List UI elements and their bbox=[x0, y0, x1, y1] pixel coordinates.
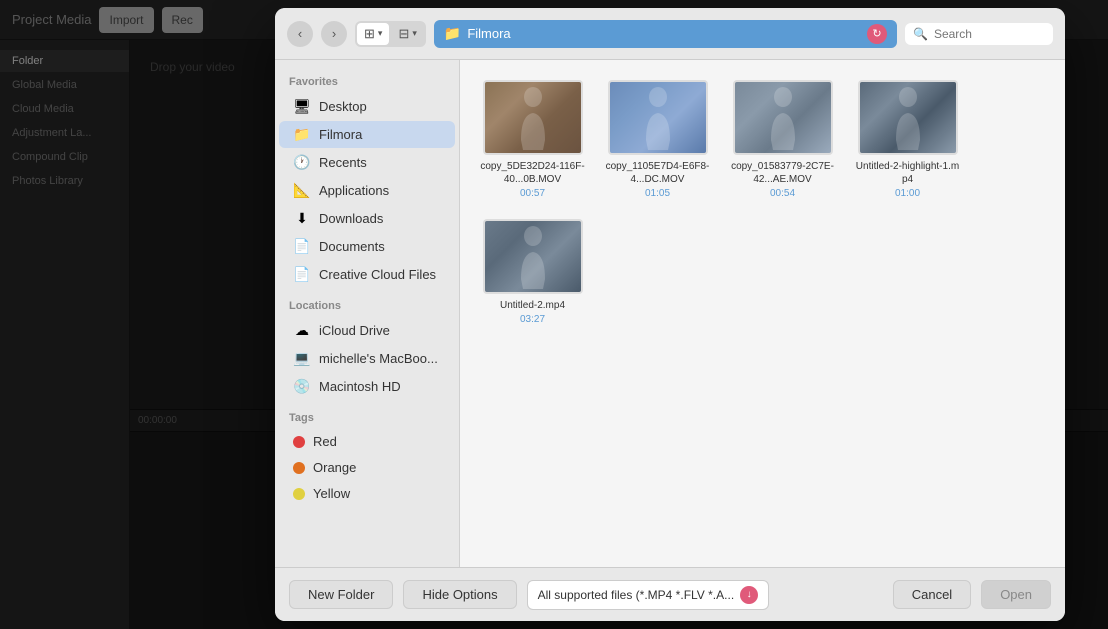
file-item-3[interactable]: Untitled-2-highlight-1.mp4 01:00 bbox=[855, 80, 960, 199]
location-text: Filmora bbox=[467, 26, 861, 41]
icon-view-chevron: ▾ bbox=[378, 28, 383, 39]
sidebar-documents[interactable]: 📄 Documents bbox=[279, 233, 455, 260]
sidebar-applications-label: Applications bbox=[319, 183, 389, 198]
icloud-icon: ☁ bbox=[293, 322, 311, 339]
sidebar-downloads-label: Downloads bbox=[319, 211, 383, 226]
back-button[interactable]: ‹ bbox=[287, 21, 313, 47]
sidebar-tag-yellow[interactable]: Yellow bbox=[279, 481, 455, 506]
sidebar-macintosh-hd[interactable]: 💿 Macintosh HD bbox=[279, 373, 455, 400]
sidebar-desktop-label: Desktop bbox=[319, 99, 367, 114]
recents-icon: 🕐 bbox=[293, 154, 311, 171]
file-name-2: copy_01583779-2C7E-42...AE.MOV bbox=[730, 160, 835, 186]
red-dot bbox=[293, 436, 305, 448]
file-item-4[interactable]: Untitled-2.mp4 03:27 bbox=[480, 219, 585, 325]
location-pill: 📁 Filmora ↻ bbox=[434, 20, 897, 48]
file-thumb-0 bbox=[483, 80, 583, 155]
dialog-sidebar: Favorites 🖥 Desktop 📁 Filmora 🕐 Recents … bbox=[275, 60, 460, 567]
documents-icon: 📄 bbox=[293, 238, 311, 255]
tags-label: Tags bbox=[275, 408, 459, 428]
file-name-4: Untitled-2.mp4 bbox=[500, 299, 565, 312]
folder-icon: 📁 bbox=[444, 25, 461, 42]
file-duration-3: 01:00 bbox=[895, 188, 920, 199]
sidebar-filmora-label: Filmora bbox=[319, 127, 362, 142]
favorites-label: Favorites bbox=[275, 72, 459, 92]
macbook-icon: 💻 bbox=[293, 350, 311, 367]
search-input[interactable] bbox=[934, 27, 1045, 41]
file-name-1: copy_1105E7D4-E6F8-4...DC.MOV bbox=[605, 160, 710, 186]
list-view-button[interactable]: ⊟ ▾ bbox=[391, 23, 423, 45]
thumb-inner-3 bbox=[860, 82, 956, 153]
yellow-dot bbox=[293, 488, 305, 500]
file-thumb-4 bbox=[483, 219, 583, 294]
list-view-chevron: ▾ bbox=[412, 28, 417, 39]
sidebar-orange-label: Orange bbox=[313, 460, 356, 475]
file-thumb-2 bbox=[733, 80, 833, 155]
sidebar-icloud[interactable]: ☁ iCloud Drive bbox=[279, 317, 455, 344]
applications-icon: 📐 bbox=[293, 182, 311, 199]
creative-cloud-icon: 📄 bbox=[293, 266, 311, 283]
file-duration-2: 00:54 bbox=[770, 188, 795, 199]
sidebar-recents[interactable]: 🕐 Recents bbox=[279, 149, 455, 176]
file-duration-0: 00:57 bbox=[520, 188, 545, 199]
icon-view-button[interactable]: ⊞ ▾ bbox=[357, 23, 389, 45]
sidebar-macbook[interactable]: 💻 michelle's MacBoo... bbox=[279, 345, 455, 372]
desktop-icon: 🖥 bbox=[293, 98, 311, 115]
open-button[interactable]: Open bbox=[981, 580, 1051, 609]
sidebar-yellow-label: Yellow bbox=[313, 486, 350, 501]
sidebar-creative-cloud[interactable]: 📄 Creative Cloud Files bbox=[279, 261, 455, 288]
thumb-inner-1 bbox=[610, 82, 706, 153]
sidebar-downloads[interactable]: ⬇ Downloads bbox=[279, 205, 455, 232]
person-silhouette-3 bbox=[888, 85, 928, 150]
dialog-toolbar: ‹ › ⊞ ▾ ⊟ ▾ 📁 Filmora ↻ 🔍 bbox=[275, 8, 1065, 60]
filmora-icon: 📁 bbox=[293, 126, 311, 143]
thumb-inner-0 bbox=[485, 82, 581, 153]
hd-icon: 💿 bbox=[293, 378, 311, 395]
person-silhouette-4 bbox=[513, 224, 553, 289]
sidebar-recents-label: Recents bbox=[319, 155, 367, 170]
file-thumb-3 bbox=[858, 80, 958, 155]
file-name-3: Untitled-2-highlight-1.mp4 bbox=[855, 160, 960, 186]
sidebar-filmora[interactable]: 📁 Filmora bbox=[279, 121, 455, 148]
file-dialog: ‹ › ⊞ ▾ ⊟ ▾ 📁 Filmora ↻ 🔍 Favorites 🖥 bbox=[275, 8, 1065, 621]
cancel-button[interactable]: Cancel bbox=[893, 580, 971, 609]
person-silhouette-1 bbox=[638, 85, 678, 150]
file-name-0: copy_5DE32D24-116F-40...0B.MOV bbox=[480, 160, 585, 186]
sidebar-red-label: Red bbox=[313, 434, 337, 449]
downloads-icon: ⬇ bbox=[293, 210, 311, 227]
thumb-inner-4 bbox=[485, 221, 581, 292]
file-item-2[interactable]: copy_01583779-2C7E-42...AE.MOV 00:54 bbox=[730, 80, 835, 199]
file-grid: copy_5DE32D24-116F-40...0B.MOV 00:57 cop… bbox=[460, 60, 1065, 567]
file-duration-1: 01:05 bbox=[645, 188, 670, 199]
locations-label: Locations bbox=[275, 296, 459, 316]
file-duration-4: 03:27 bbox=[520, 314, 545, 325]
search-icon: 🔍 bbox=[913, 27, 928, 41]
dialog-content: Favorites 🖥 Desktop 📁 Filmora 🕐 Recents … bbox=[275, 60, 1065, 567]
sidebar-documents-label: Documents bbox=[319, 239, 385, 254]
dialog-bottom-bar: New Folder Hide Options All supported fi… bbox=[275, 567, 1065, 621]
sidebar-icloud-label: iCloud Drive bbox=[319, 323, 390, 338]
sidebar-creative-cloud-label: Creative Cloud Files bbox=[319, 267, 436, 282]
filter-arrow-icon: ↓ bbox=[740, 586, 758, 604]
sidebar-desktop[interactable]: 🖥 Desktop bbox=[279, 93, 455, 120]
search-box[interactable]: 🔍 bbox=[905, 23, 1053, 45]
sidebar-applications[interactable]: 📐 Applications bbox=[279, 177, 455, 204]
person-silhouette-0 bbox=[513, 85, 553, 150]
forward-button[interactable]: › bbox=[321, 21, 347, 47]
sidebar-hd-label: Macintosh HD bbox=[319, 379, 401, 394]
refresh-button[interactable]: ↻ bbox=[867, 24, 887, 44]
file-filter-pill[interactable]: All supported files (*.MP4 *.FLV *.A... … bbox=[527, 580, 770, 610]
new-folder-button[interactable]: New Folder bbox=[289, 580, 393, 609]
thumb-inner-2 bbox=[735, 82, 831, 153]
file-item-0[interactable]: copy_5DE32D24-116F-40...0B.MOV 00:57 bbox=[480, 80, 585, 199]
sidebar-macbook-label: michelle's MacBoo... bbox=[319, 351, 438, 366]
sidebar-tag-red[interactable]: Red bbox=[279, 429, 455, 454]
hide-options-button[interactable]: Hide Options bbox=[403, 580, 516, 609]
orange-dot bbox=[293, 462, 305, 474]
sidebar-tag-orange[interactable]: Orange bbox=[279, 455, 455, 480]
file-item-1[interactable]: copy_1105E7D4-E6F8-4...DC.MOV 01:05 bbox=[605, 80, 710, 199]
view-toggle-group: ⊞ ▾ ⊟ ▾ bbox=[355, 21, 426, 47]
file-thumb-1 bbox=[608, 80, 708, 155]
filter-text: All supported files (*.MP4 *.FLV *.A... bbox=[538, 588, 735, 602]
person-silhouette-2 bbox=[763, 85, 803, 150]
